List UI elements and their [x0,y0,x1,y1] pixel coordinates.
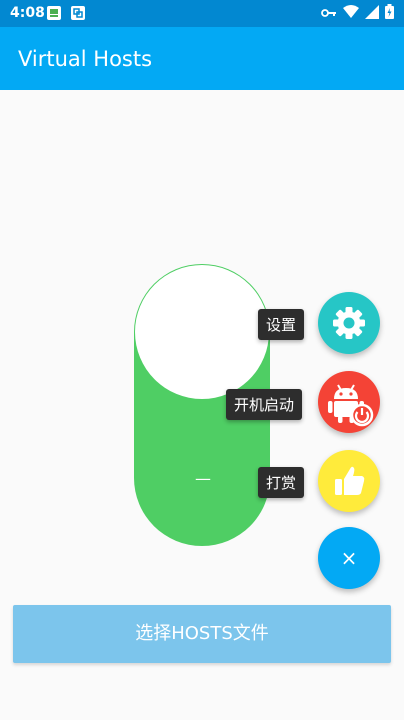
vpn-key-icon [321,4,337,23]
stack-notification-icon [70,5,86,21]
status-time: 4:08 [10,5,45,21]
switch-knob[interactable] [135,265,269,399]
app-bar: Virtual Hosts [0,27,404,90]
thumbs-up-icon [318,466,380,516]
signal-icon [365,4,379,23]
status-bar: 4:08 [0,0,404,27]
wifi-icon [343,4,359,23]
donate-fab[interactable] [318,450,380,512]
gear-icon [318,307,380,358]
app-notification-icon [46,5,62,21]
battery-icon [385,3,394,23]
close-menu-fab[interactable]: × [318,527,380,589]
app-title: Virtual Hosts [18,47,153,71]
fab-label-donate[interactable]: 打赏 [258,467,305,498]
settings-fab[interactable] [318,292,380,354]
fab-label-settings[interactable]: 设置 [258,309,305,340]
switch-off-mark: — [195,469,211,488]
boot-start-fab[interactable] [318,371,380,433]
fab-label-boot-start[interactable]: 开机启动 [226,389,303,420]
close-icon: × [340,546,358,570]
select-hosts-file-button[interactable]: 选择HOSTS文件 [13,605,391,663]
status-icons [321,3,394,23]
android-power-icon [318,384,380,437]
